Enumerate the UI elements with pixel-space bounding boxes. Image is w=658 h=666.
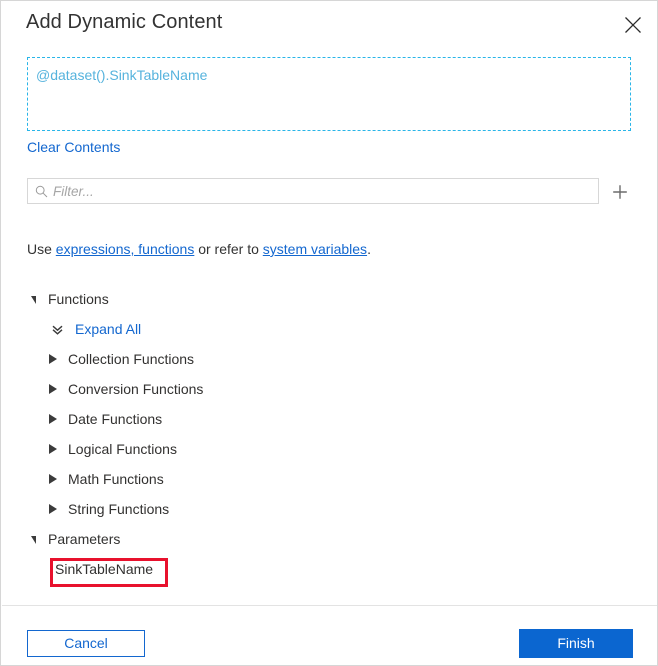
cancel-button[interactable]: Cancel <box>27 630 145 657</box>
chevron-right-icon <box>49 354 57 364</box>
hint-suffix: . <box>367 241 371 257</box>
hint-middle: or refer to <box>194 241 263 257</box>
dialog-header: Add Dynamic Content <box>1 1 657 47</box>
tree-node-label: Math Functions <box>68 471 164 487</box>
expression-value: @dataset().SinkTableName <box>36 67 208 83</box>
chevron-right-icon <box>49 504 57 514</box>
tree-node-label: Conversion Functions <box>68 381 204 397</box>
tree-node-collection-functions[interactable]: Collection Functions <box>1 344 657 374</box>
hint-text: Use expressions, functions or refer to s… <box>27 241 371 257</box>
system-variables-link[interactable]: system variables <box>263 241 367 257</box>
search-icon <box>35 185 48 198</box>
tree-node-date-functions[interactable]: Date Functions <box>1 404 657 434</box>
chevron-right-icon <box>49 414 57 424</box>
tree-node-parameters[interactable]: Parameters <box>1 524 657 554</box>
double-chevron-down-icon <box>51 323 64 336</box>
tree-leaf-sinktablename[interactable]: SinkTableName <box>1 554 657 584</box>
hint-prefix: Use <box>27 241 56 257</box>
tree-node-functions[interactable]: Functions <box>1 284 657 314</box>
chevron-right-icon <box>49 474 57 484</box>
footer-divider <box>2 605 657 606</box>
tree-node-label: Date Functions <box>68 411 163 427</box>
clear-contents-link[interactable]: Clear Contents <box>27 139 120 155</box>
expression-editor[interactable]: @dataset().SinkTableName <box>27 57 631 131</box>
tree-leaf-label: SinkTableName <box>55 561 154 577</box>
tree-node-logical-functions[interactable]: Logical Functions <box>1 434 657 464</box>
plus-icon[interactable] <box>607 179 633 205</box>
tree-node-math-functions[interactable]: Math Functions <box>1 464 657 494</box>
chevron-right-icon <box>49 444 57 454</box>
dialog-title: Add Dynamic Content <box>26 11 223 33</box>
tree-node-parameters-label: Parameters <box>48 531 121 547</box>
tree-node-label: Collection Functions <box>68 351 195 367</box>
tree-node-label: Logical Functions <box>68 441 177 457</box>
tree-node-string-functions[interactable]: String Functions <box>1 494 657 524</box>
tree-node-conversion-functions[interactable]: Conversion Functions <box>1 374 657 404</box>
content-tree: Functions Expand All Collection Function… <box>1 284 657 584</box>
finish-button[interactable]: Finish <box>519 629 633 658</box>
expressions-functions-link[interactable]: expressions, functions <box>56 241 195 257</box>
chevron-down-icon <box>31 536 36 544</box>
tree-node-functions-label: Functions <box>48 291 109 307</box>
filter-input[interactable] <box>53 180 598 202</box>
add-dynamic-content-dialog: Add Dynamic Content @dataset().SinkTable… <box>0 0 658 666</box>
chevron-right-icon <box>49 384 57 394</box>
filter-input-wrapper[interactable] <box>27 178 599 204</box>
close-icon[interactable] <box>617 9 649 41</box>
expand-all-row[interactable]: Expand All <box>1 314 657 344</box>
tree-node-label: String Functions <box>68 501 170 517</box>
expand-all-label[interactable]: Expand All <box>75 321 141 337</box>
chevron-down-icon <box>31 296 36 304</box>
